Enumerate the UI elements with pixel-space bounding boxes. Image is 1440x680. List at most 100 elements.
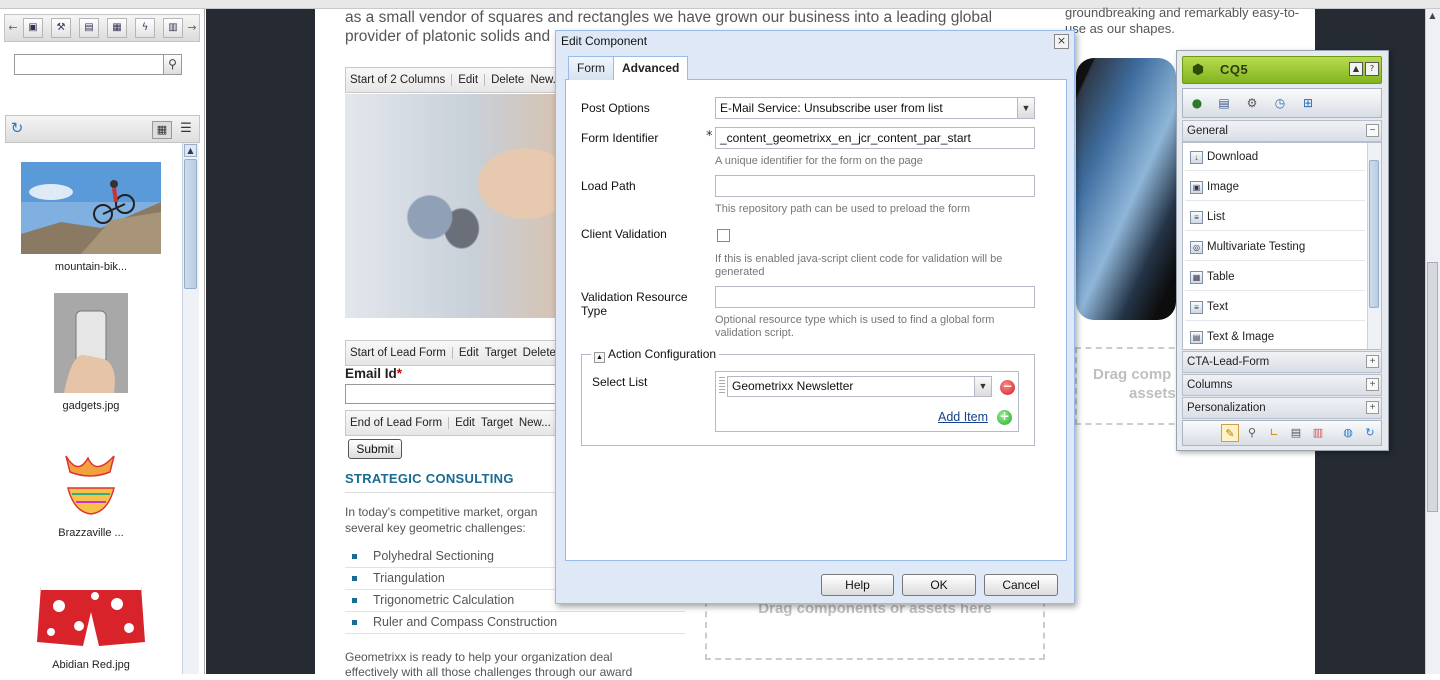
form-identifier-input[interactable]: _content_geometrixx_en_jcr_content_par_s… xyxy=(715,127,1035,149)
chevron-down-icon[interactable]: ▼ xyxy=(1017,98,1034,118)
help-icon[interactable]: ? xyxy=(1365,62,1379,76)
list-view-icon[interactable]: ☰ xyxy=(176,121,196,139)
collapse-icon[interactable]: ▲ xyxy=(594,352,605,363)
page-scroll-thumb[interactable] xyxy=(1427,262,1438,512)
help-button[interactable]: Help xyxy=(821,574,894,596)
expand-icon[interactable]: + xyxy=(1366,355,1379,368)
edit-link[interactable]: Edit xyxy=(458,74,478,86)
validation-resource-type-input[interactable] xyxy=(715,286,1035,308)
back-arrow-icon[interactable]: ← xyxy=(7,19,19,37)
preview-icon[interactable]: ⚲ xyxy=(1243,424,1261,442)
tab-form[interactable]: Form xyxy=(568,56,614,80)
edit-link[interactable]: Edit xyxy=(459,347,479,359)
design-icon[interactable]: ∟ xyxy=(1265,424,1283,442)
delete-link[interactable]: Delete xyxy=(523,347,556,359)
search-icon[interactable]: ⚲ xyxy=(163,54,182,75)
edit-link[interactable]: Edit xyxy=(455,417,475,429)
scroll-up-icon[interactable]: ▲ xyxy=(1427,9,1438,23)
collapse-icon[interactable]: ▲ xyxy=(1349,62,1363,76)
delete-link[interactable]: Delete xyxy=(491,74,524,86)
post-options-select[interactable]: E-Mail Service: Unsubscribe user from li… xyxy=(715,97,1035,119)
drag-handle-icon[interactable] xyxy=(719,377,725,395)
asset-item[interactable]: gadgets.jpg xyxy=(12,293,170,412)
refresh-icon[interactable]: ↻ xyxy=(8,119,26,137)
asset-search-input[interactable] xyxy=(14,54,164,75)
component-text-image[interactable]: ▤ Text & Image xyxy=(1185,323,1365,351)
client-validation-hint: If this is enabled java-script client co… xyxy=(715,253,1003,278)
email-input[interactable] xyxy=(345,384,557,404)
columns-edit-bar[interactable]: Start of 2 Columns Edit Delete New... xyxy=(345,67,560,93)
components-icon[interactable]: ● xyxy=(1186,92,1208,114)
tools-icon[interactable]: ⚒ xyxy=(51,18,71,38)
email-label: Email Id* xyxy=(345,366,403,381)
document-icon[interactable]: ▤ xyxy=(79,18,99,38)
new-link[interactable]: New... xyxy=(519,417,551,429)
group-general[interactable]: General − xyxy=(1182,120,1382,142)
end-form-bar-label: End of Lead Form xyxy=(350,417,443,429)
page-icon[interactable]: ▥ xyxy=(163,18,183,38)
load-path-label: Load Path xyxy=(581,179,636,193)
site-structure-icon[interactable]: ⊞ xyxy=(1297,92,1319,114)
image-icon[interactable]: ▣ xyxy=(23,18,43,38)
component-download[interactable]: ↓ Download xyxy=(1185,143,1365,171)
submit-button[interactable]: Submit xyxy=(348,439,402,459)
component-scroll-thumb[interactable] xyxy=(1369,160,1379,308)
client-validation-label: Client Validation xyxy=(581,227,667,241)
load-path-hint: This repository path can be used to prel… xyxy=(715,203,970,215)
asset-item[interactable]: Abidian Red.jpg xyxy=(12,576,170,671)
asset-item[interactable]: Brazzaville ... xyxy=(12,436,170,539)
validation-resource-type-label: Validation Resource Type xyxy=(581,290,688,318)
movie-icon[interactable]: ▦ xyxy=(107,18,127,38)
group-personalization[interactable]: Personalization + xyxy=(1182,397,1382,419)
forward-arrow-icon[interactable]: → xyxy=(186,19,198,37)
refresh-icon[interactable]: ↻ xyxy=(1361,424,1379,442)
cancel-button[interactable]: Cancel xyxy=(984,574,1058,596)
select-list-dropdown[interactable]: Geometrixx Newsletter ▼ xyxy=(727,376,992,397)
tab-advanced[interactable]: Advanced xyxy=(613,56,689,81)
page-properties-icon[interactable]: ▤ xyxy=(1213,92,1235,114)
client-validation-checkbox[interactable] xyxy=(717,229,730,242)
group-cta-lead-form[interactable]: CTA-Lead-Form + xyxy=(1182,351,1382,373)
workflow-icon[interactable]: ⚙ xyxy=(1241,92,1263,114)
asset-caption: Abidian Red.jpg xyxy=(52,659,130,671)
asset-scroll-thumb[interactable] xyxy=(184,159,197,289)
target-link[interactable]: Target xyxy=(485,347,517,359)
expand-icon[interactable]: + xyxy=(1366,378,1379,391)
component-list-item[interactable]: ≡ List xyxy=(1185,203,1365,231)
scroll-up-icon[interactable]: ▲ xyxy=(184,144,197,157)
component-multivariate-testing[interactable]: ◎ Multivariate Testing xyxy=(1185,233,1365,261)
website-icon[interactable]: ◍ xyxy=(1339,424,1357,442)
asset-item[interactable]: mountain-bik... xyxy=(12,162,170,273)
expand-icon[interactable]: + xyxy=(1366,401,1379,414)
component-text[interactable]: ≡ Text xyxy=(1185,293,1365,321)
action-configuration-legend[interactable]: ▲ Action Configuration xyxy=(591,347,720,363)
close-icon[interactable]: × xyxy=(1054,34,1069,49)
chevron-down-icon[interactable]: ▼ xyxy=(974,377,991,396)
group-columns[interactable]: Columns + xyxy=(1182,374,1382,396)
component-table[interactable]: ▦ Table xyxy=(1185,263,1365,291)
page-margin-left xyxy=(206,9,315,674)
dialog-title: Edit Component xyxy=(561,34,648,48)
scaffolding-icon[interactable]: ▥ xyxy=(1309,424,1327,442)
load-path-input[interactable] xyxy=(715,175,1035,197)
grid-view-icon[interactable]: ▦ xyxy=(152,121,172,139)
remove-item-icon[interactable]: − xyxy=(1000,380,1015,395)
versioning-icon[interactable]: ◷ xyxy=(1269,92,1291,114)
drop-zone-right[interactable]: Drag comp assets xyxy=(1075,347,1185,425)
post-options-label: Post Options xyxy=(581,101,650,115)
edit-mode-icon[interactable]: ✎ xyxy=(1221,424,1239,442)
ok-button[interactable]: OK xyxy=(902,574,976,596)
lead-form-edit-bar[interactable]: Start of Lead Form Edit Target Delete xyxy=(345,340,557,366)
section-title: STRATEGIC CONSULTING xyxy=(345,471,514,486)
required-marker: * xyxy=(706,129,713,144)
flash-icon[interactable]: ϟ xyxy=(135,18,155,38)
target-link[interactable]: Target xyxy=(481,417,513,429)
add-item-link[interactable]: Add Item xyxy=(938,410,988,424)
hero-photo xyxy=(345,94,557,318)
end-form-edit-bar[interactable]: End of Lead FormEditTargetNew...P xyxy=(345,410,557,436)
asset-caption: gadgets.jpg xyxy=(62,400,120,412)
component-image[interactable]: ▣ Image xyxy=(1185,173,1365,201)
properties-icon[interactable]: ▤ xyxy=(1287,424,1305,442)
add-item-icon[interactable]: + xyxy=(997,410,1012,425)
collapse-icon[interactable]: − xyxy=(1366,124,1379,137)
